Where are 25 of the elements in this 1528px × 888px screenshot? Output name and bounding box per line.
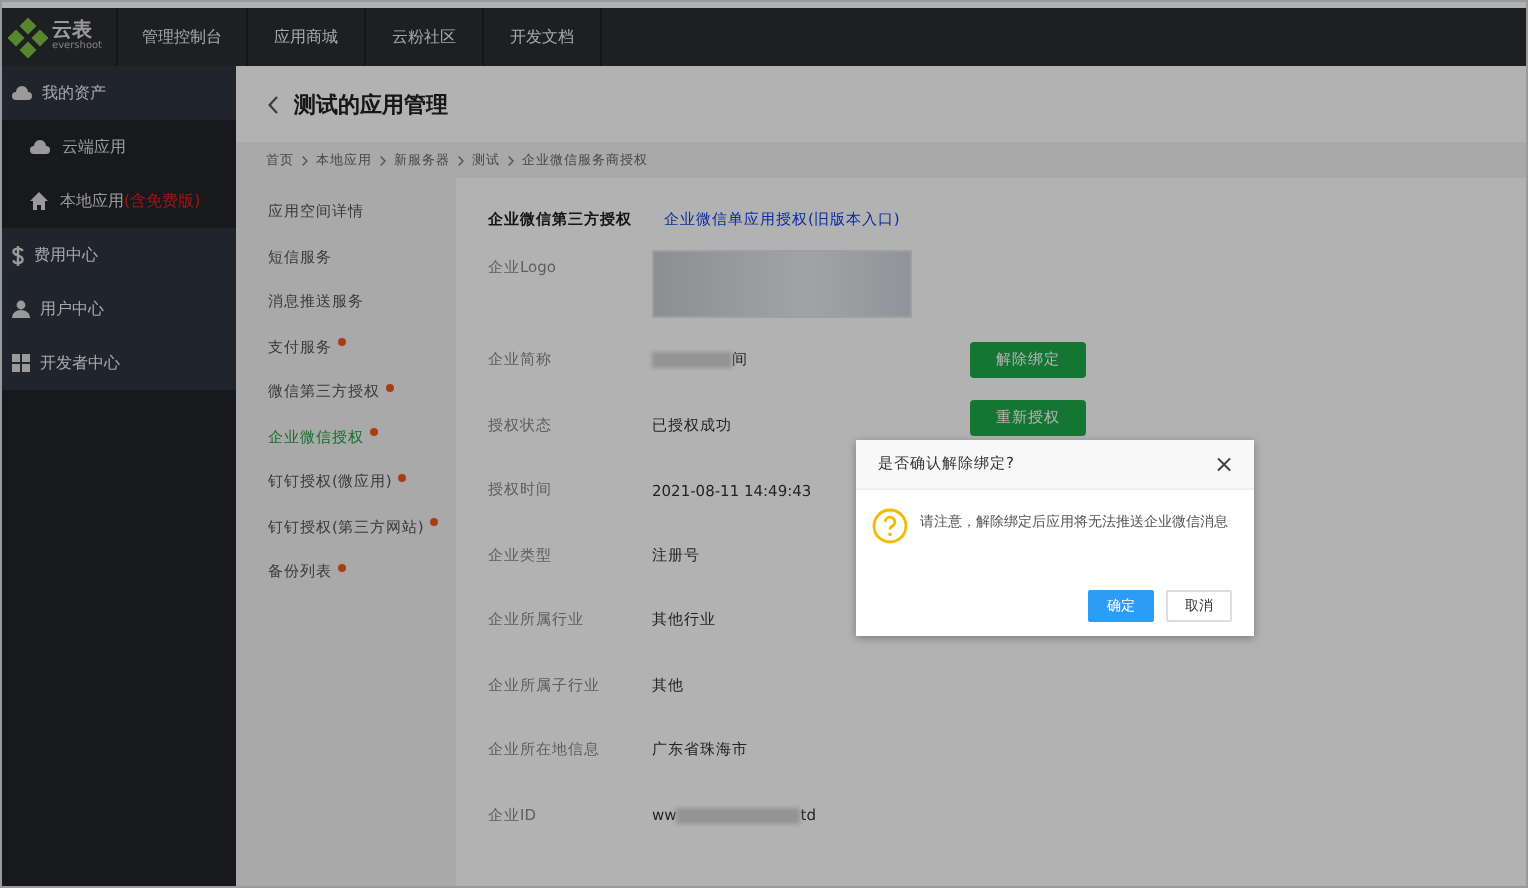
chevron-icon <box>380 155 386 165</box>
sidebar-item[interactable]: 开发者中心 <box>2 336 236 390</box>
grid-icon <box>12 354 30 372</box>
sidebar-item[interactable]: 用户中心 <box>2 282 236 336</box>
home-icon <box>30 192 48 210</box>
sidebar-item[interactable]: 费用中心 <box>2 228 236 282</box>
sidebar-label: 云端应用 <box>62 136 126 158</box>
sidebar-label: 本地应用 <box>60 190 124 212</box>
chevron-icon <box>508 155 514 165</box>
sidebar-note: (含免费版) <box>124 190 201 212</box>
chevron-icon <box>302 155 308 165</box>
masked-text <box>652 352 732 369</box>
user-icon <box>12 300 30 318</box>
masked-text <box>676 807 801 824</box>
back-icon[interactable] <box>268 95 278 113</box>
logo-text: 云表 <box>52 22 92 42</box>
cloud-icon <box>12 86 32 100</box>
cloud-icon <box>30 140 50 154</box>
dollar-icon <box>12 245 24 265</box>
question-icon <box>872 508 908 544</box>
close-button[interactable]: × <box>1209 452 1238 476</box>
chevron-icon <box>458 155 464 165</box>
page-title: 测试的应用管理 <box>294 89 448 119</box>
logo-icon <box>8 17 48 57</box>
sidebar-item[interactable]: 我的资产 <box>2 66 236 120</box>
